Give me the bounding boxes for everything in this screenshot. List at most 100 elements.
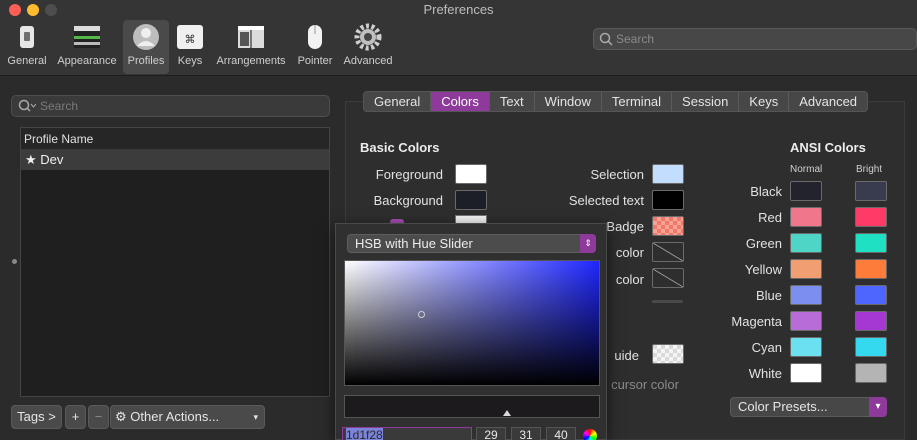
ansi-magenta-bright-swatch[interactable] (855, 311, 887, 331)
hex-input[interactable]: 1d1f28 (342, 427, 472, 440)
profile-search-input[interactable]: Search (11, 95, 330, 117)
hue-slider-thumb[interactable] (503, 410, 511, 416)
color-marker-handle[interactable] (418, 311, 425, 318)
gear-icon: ⚙ (115, 409, 127, 424)
toolbar-label: Profiles (127, 55, 165, 67)
add-profile-button[interactable]: + (65, 405, 86, 429)
foreground-label: Foreground (375, 167, 443, 182)
tab-general[interactable]: General (364, 92, 432, 111)
mouse-icon (308, 25, 322, 49)
profile-tabs: General Colors Text Window Terminal Sess… (363, 91, 869, 112)
profile-name-column-header[interactable]: Profile Name (21, 128, 329, 150)
ansi-red-label: Red (758, 210, 782, 225)
toolbar-keys[interactable]: ⌘ Keys (172, 20, 208, 74)
ansi-red-bright-swatch[interactable] (855, 207, 887, 227)
preferences-search-input[interactable]: Search (593, 28, 917, 50)
ansi-magenta-normal-swatch[interactable] (790, 311, 822, 331)
toolbar-profiles[interactable]: Profiles (123, 20, 169, 74)
ansi-green-normal-swatch[interactable] (790, 233, 822, 253)
other-actions-button[interactable]: ⚙ Other Actions... ▾ (110, 405, 265, 429)
selected-text-color-swatch[interactable] (652, 190, 684, 210)
tab-window[interactable]: Window (535, 92, 602, 111)
remove-profile-button[interactable]: − (88, 405, 109, 429)
color-presets-dropdown[interactable]: Color Presets... ▾ (730, 397, 887, 417)
svg-text:⌘: ⌘ (185, 33, 196, 46)
color-wheel-icon[interactable] (583, 429, 597, 440)
red-input[interactable]: 29 (476, 427, 506, 440)
background-label: Background (373, 193, 443, 208)
toolbar-label: Keys (177, 55, 203, 67)
toolbar-label: Pointer (297, 55, 333, 67)
chevron-down-icon: ▾ (869, 397, 887, 417)
ansi-blue-normal-swatch[interactable] (790, 285, 822, 305)
ansi-cyan-normal-swatch[interactable] (790, 337, 822, 357)
tab-terminal[interactable]: Terminal (602, 92, 673, 111)
foreground-color-swatch[interactable] (455, 164, 487, 184)
tab-advanced[interactable]: Advanced (789, 92, 867, 111)
hue-slider[interactable] (344, 395, 600, 418)
toolbar-arrangements[interactable]: Arrangements (212, 20, 290, 74)
tags-button[interactable]: Tags > (11, 405, 62, 429)
selection-color-swatch[interactable] (652, 164, 684, 184)
hex-value: 1d1f28 (346, 428, 383, 440)
profile-list: Profile Name ★ Dev (20, 127, 330, 397)
ansi-green-bright-swatch[interactable] (855, 233, 887, 253)
ansi-yellow-bright-swatch[interactable] (855, 259, 887, 279)
tab-colors[interactable]: Colors (431, 92, 490, 111)
ansi-yellow-normal-swatch[interactable] (790, 259, 822, 279)
toolbar-pointer[interactable]: Pointer (294, 20, 336, 74)
split-resize-handle[interactable] (12, 259, 17, 264)
picker-mode-select[interactable]: HSB with Hue Slider ⇕ (347, 234, 596, 253)
selected-text-label: Selected text (568, 193, 644, 208)
updown-chevron-icon: ⇕ (580, 234, 596, 253)
ansi-blue-bright-swatch[interactable] (855, 285, 887, 305)
selection-label: Selection (590, 167, 644, 182)
profile-row[interactable]: ★ Dev (21, 150, 329, 170)
ansi-colors-title: ANSI Colors (790, 140, 866, 155)
ansi-white-normal-swatch[interactable] (790, 363, 822, 383)
ansi-white-label: White (748, 366, 782, 381)
ansi-yellow-label: Yellow (744, 262, 782, 277)
blue-input[interactable]: 40 (546, 427, 576, 440)
ansi-black-bright-swatch[interactable] (855, 181, 887, 201)
divider (652, 300, 683, 303)
toolbar-label: Appearance (57, 55, 117, 67)
toolbar-advanced[interactable]: Advanced (340, 20, 396, 74)
toolbar: Preferences General Appearance Profiles … (0, 0, 917, 76)
background-color-swatch[interactable] (455, 190, 487, 210)
ansi-red-normal-swatch[interactable] (790, 207, 822, 227)
profile-name: Dev (40, 152, 64, 167)
toolbar-general[interactable]: General (4, 20, 50, 74)
ansi-black-normal-swatch[interactable] (790, 181, 822, 201)
ansi-white-bright-swatch[interactable] (855, 363, 887, 383)
picker-mode-label: HSB with Hue Slider (355, 236, 473, 251)
badge-color-swatch[interactable] (652, 216, 684, 236)
search-icon (599, 32, 613, 46)
toolbar-appearance[interactable]: Appearance (54, 20, 120, 74)
tab-text[interactable]: Text (490, 92, 535, 111)
guide-color-swatch[interactable] (652, 344, 684, 364)
toolbar-label: General (7, 55, 47, 67)
basic-colors-title: Basic Colors (360, 140, 440, 155)
gear-icon (354, 23, 382, 51)
tab-session[interactable]: Session (672, 92, 740, 111)
ansi-cyan-bright-swatch[interactable] (855, 337, 887, 357)
person-icon (133, 24, 159, 50)
search-placeholder: Search (40, 99, 79, 113)
toolbar-label: Advanced (343, 55, 393, 67)
unset-color-swatch[interactable] (652, 242, 684, 262)
switch-icon (20, 26, 34, 48)
other-actions-label: Other Actions... (130, 409, 220, 424)
tab-keys[interactable]: Keys (739, 92, 790, 111)
window-icon (74, 26, 100, 48)
unset-color-swatch[interactable] (652, 268, 684, 288)
saturation-brightness-area[interactable] (344, 260, 600, 386)
search-icon (18, 99, 36, 112)
window-title: Preferences (423, 2, 494, 17)
normal-column-header: Normal (790, 164, 823, 175)
color-presets-label: Color Presets... (738, 399, 828, 414)
chevron-down-icon: ▾ (253, 412, 258, 422)
layout-icon (238, 26, 264, 48)
ansi-blue-label: Blue (755, 288, 782, 303)
green-input[interactable]: 31 (511, 427, 541, 440)
